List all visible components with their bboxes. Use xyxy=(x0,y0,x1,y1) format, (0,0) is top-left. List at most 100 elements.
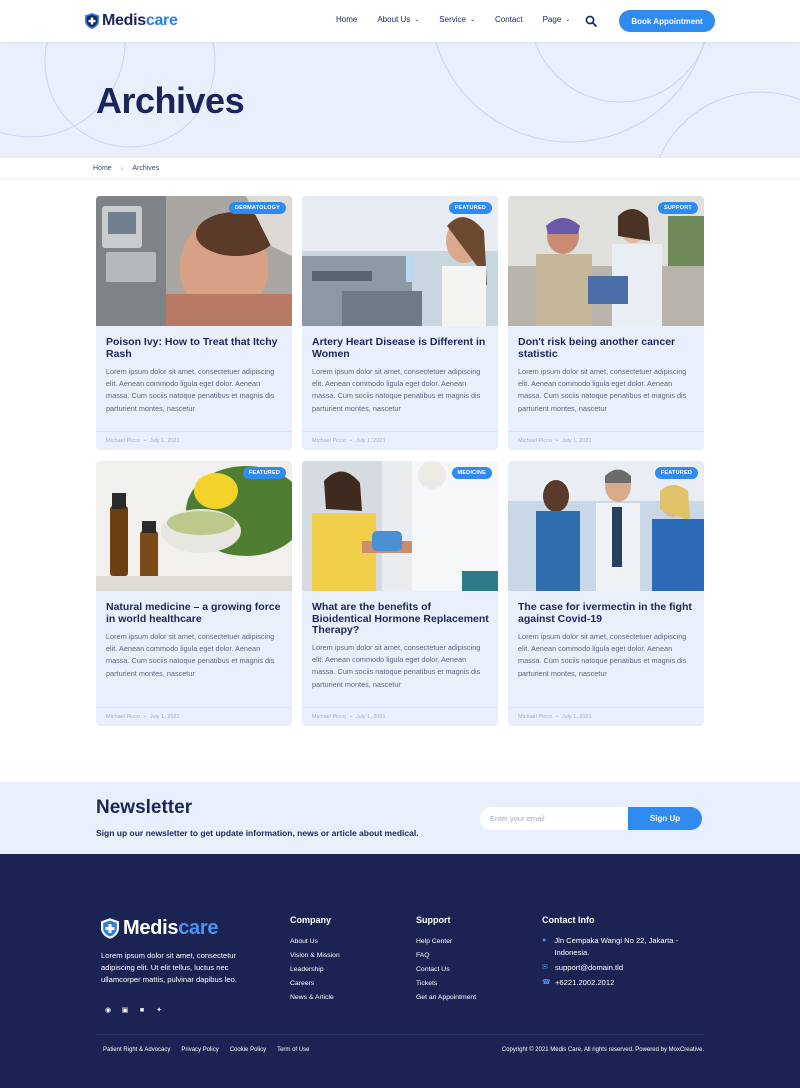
herbal-medicine-photo xyxy=(96,461,292,591)
hormone-therapy-photo xyxy=(302,461,498,591)
post-image[interactable]: MEDICINE xyxy=(302,461,498,591)
post-date: July 1, 2021 xyxy=(561,714,592,720)
category-badge[interactable]: FEATURED xyxy=(242,467,286,479)
post-title[interactable]: Poison Ivy: How to Treat that Itchy Rash xyxy=(106,336,284,360)
breadcrumb: Home › Archives xyxy=(0,158,800,180)
post-title[interactable]: Don't risk being another cancer statisti… xyxy=(518,336,696,360)
nav-about-us[interactable]: About Us ⌄ xyxy=(377,15,419,24)
footer-link[interactable]: Contact Us xyxy=(416,963,476,977)
nav-label: Contact xyxy=(495,15,523,24)
footer-description: Lorem ipsum dolor sit amet, consectetur … xyxy=(101,951,237,984)
post-date: July 1, 2021 xyxy=(149,714,180,720)
divider xyxy=(302,431,498,432)
footer-link[interactable]: Get an Appointment xyxy=(416,991,476,1005)
category-badge[interactable]: FEATURED xyxy=(448,202,492,214)
post-image[interactable]: SUPPORT xyxy=(508,196,704,326)
post-image[interactable]: FEATURED xyxy=(302,196,498,326)
footer-link[interactable]: Leadership xyxy=(290,963,340,977)
footer-link[interactable]: Tickets xyxy=(416,977,476,991)
main-nav: Home About Us ⌄ Service ⌄ Contact Page ⌄ xyxy=(336,15,590,24)
page-hero: Archives xyxy=(0,42,800,158)
facebook-icon[interactable]: ◉ xyxy=(104,1006,112,1014)
post-author: Michael Picco xyxy=(518,714,552,720)
legal-link[interactable]: Privacy Policy xyxy=(181,1047,218,1053)
footer-link[interactable]: Careers xyxy=(290,977,340,991)
newsletter-signup-button[interactable]: Sign Up xyxy=(628,807,702,830)
shield-cross-icon xyxy=(101,918,119,939)
post-meta: Michael Picco • July 1, 2021 xyxy=(518,714,592,720)
copyright: Copyright © 2021 Medis Care, All rights … xyxy=(501,1047,704,1053)
category-badge[interactable]: DERMATOLOGY xyxy=(228,202,286,214)
post-date: July 1, 2021 xyxy=(561,438,592,444)
category-badge[interactable]: FEATURED xyxy=(654,467,698,479)
post-card[interactable]: FEATURED The case for ivermectin in the … xyxy=(508,461,704,726)
linkedin-icon[interactable]: ■ xyxy=(138,1006,146,1014)
post-excerpt: Lorem ipsum dolor sit amet, consectetuer… xyxy=(518,632,687,678)
footer-company-column: Company About Us Vision & Mission Leader… xyxy=(290,915,340,1005)
post-image[interactable]: FEATURED xyxy=(508,461,704,591)
post-meta: Michael Picco • July 1, 2021 xyxy=(312,714,386,720)
legal-link[interactable]: Cookie Policy xyxy=(230,1047,266,1053)
breadcrumb-current: Archives xyxy=(132,165,160,172)
divider xyxy=(508,707,704,708)
search-icon[interactable] xyxy=(585,15,597,27)
meta-separator: • xyxy=(555,438,558,444)
post-author: Michael Picco xyxy=(312,714,346,720)
footer-contact-column: Contact Info ● Jln Cempaka Wangi No 22, … xyxy=(542,915,702,992)
instagram-icon[interactable]: ▣ xyxy=(121,1006,129,1014)
dermatology-photo xyxy=(96,196,292,326)
divider xyxy=(96,431,292,432)
post-image[interactable]: FEATURED xyxy=(96,461,292,591)
newsletter-email-input[interactable] xyxy=(480,807,630,830)
contact-email[interactable]: ✉ support@domain.tld xyxy=(542,962,702,974)
contact-phone[interactable]: ☎ +6221.2002.2012 xyxy=(542,977,702,989)
chevron-down-icon: ⌄ xyxy=(565,17,571,23)
category-badge[interactable]: SUPPORT xyxy=(658,202,698,214)
footer-logo[interactable]: Mediscare xyxy=(101,917,218,940)
post-title[interactable]: Natural medicine – a growing force in wo… xyxy=(106,601,284,625)
nav-contact[interactable]: Contact xyxy=(495,15,523,24)
post-card[interactable]: SUPPORT Don't risk being another cancer … xyxy=(508,196,704,450)
nav-service[interactable]: Service ⌄ xyxy=(439,15,475,24)
nav-home[interactable]: Home xyxy=(336,15,357,24)
newsletter-section: Newsletter Sign up our newsletter to get… xyxy=(0,782,800,854)
contact-phone-text: +6221.2002.2012 xyxy=(555,978,615,987)
meta-separator: • xyxy=(349,438,352,444)
post-excerpt: Lorem ipsum dolor sit amet, consectetuer… xyxy=(312,643,481,689)
category-badge[interactable]: MEDICINE xyxy=(451,467,492,479)
site-header: Mediscare Home About Us ⌄ Service ⌄ Contac… xyxy=(0,0,800,42)
post-title[interactable]: What are the benefits of Bioidentical Ho… xyxy=(312,601,490,637)
nav-label: Service xyxy=(439,15,466,24)
post-meta: Michael Picco • July 1, 2021 xyxy=(312,438,386,444)
legal-link[interactable]: Term of Use xyxy=(277,1047,309,1053)
footer-link[interactable]: Vision & Mission xyxy=(290,949,340,963)
chevron-down-icon: ⌄ xyxy=(469,17,475,23)
meta-separator: • xyxy=(143,438,146,444)
post-card[interactable]: DERMATOLOGY Poison Ivy: How to Treat tha… xyxy=(96,196,292,450)
post-author: Michael Picco xyxy=(106,438,140,444)
post-card[interactable]: FEATURED Natural medicine – a growing fo… xyxy=(96,461,292,726)
newsletter-title: Newsletter xyxy=(96,797,193,818)
medical-team-photo xyxy=(508,461,704,591)
book-appointment-button[interactable]: Book Appointment xyxy=(619,10,715,32)
post-image[interactable]: DERMATOLOGY xyxy=(96,196,292,326)
nav-page[interactable]: Page ⌄ xyxy=(543,15,571,24)
breadcrumb-home[interactable]: Home xyxy=(93,165,112,172)
site-logo[interactable]: Mediscare xyxy=(85,12,178,30)
post-meta: Michael Picco • July 1, 2021 xyxy=(106,438,180,444)
newsletter-subtitle: Sign up our newsletter to get update inf… xyxy=(96,828,419,838)
footer-divider xyxy=(96,1034,704,1035)
post-title[interactable]: Artery Heart Disease is Different in Wom… xyxy=(312,336,490,360)
post-card[interactable]: MEDICINE What are the benefits of Bioide… xyxy=(302,461,498,726)
twitter-icon[interactable]: ✦ xyxy=(155,1006,163,1014)
chevron-down-icon: ⌄ xyxy=(414,17,420,23)
footer-link[interactable]: Help Center xyxy=(416,935,476,949)
footer-link[interactable]: News & Article xyxy=(290,991,340,1005)
footer-link[interactable]: FAQ xyxy=(416,949,476,963)
legal-link[interactable]: Patient Right & Advocacy xyxy=(103,1047,170,1053)
footer-link[interactable]: About Us xyxy=(290,935,340,949)
post-title[interactable]: The case for ivermectin in the fight aga… xyxy=(518,601,696,625)
contact-address: ● Jln Cempaka Wangi No 22, Jakarta - Ind… xyxy=(542,935,702,959)
nav-label: Page xyxy=(542,15,562,24)
post-card[interactable]: FEATURED Artery Heart Disease is Differe… xyxy=(302,196,498,450)
